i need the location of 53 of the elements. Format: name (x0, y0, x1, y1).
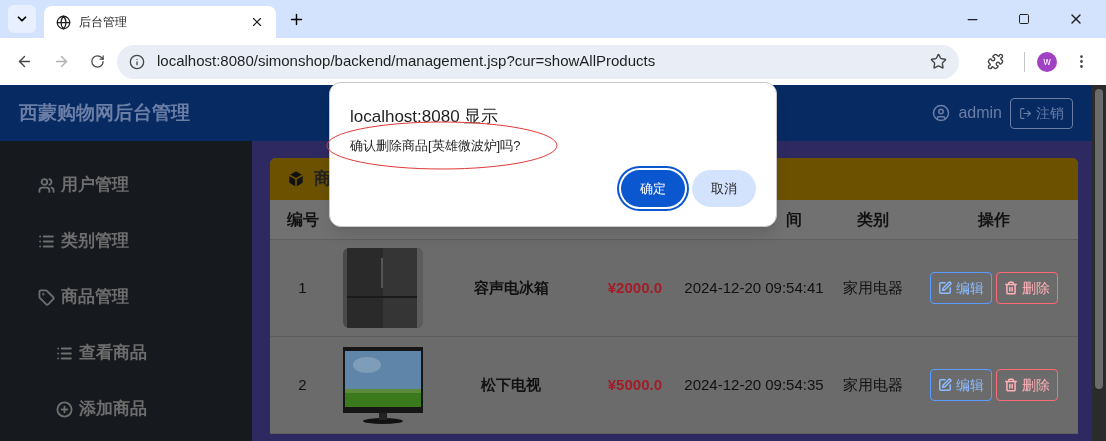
column-header: 类别 (857, 209, 889, 230)
table-cell-text: 家用电器 (843, 374, 903, 395)
dialog-title: localhost:8080 显示 (350, 106, 499, 128)
sidebar-item[interactable]: 查看商品 (0, 325, 252, 381)
star-icon[interactable] (930, 53, 947, 70)
maximize-icon[interactable] (1018, 13, 1030, 25)
table-cell-text: 2 (298, 374, 307, 395)
table-cell-text: ¥2000.0 (607, 277, 663, 298)
table-cell-text: 2024-12-20 09:54:35 (684, 374, 824, 395)
edit-icon (938, 378, 952, 392)
back-icon[interactable] (16, 53, 33, 70)
dialog-message: 确认删除商品[英雄微波炉]吗? (350, 137, 521, 155)
table-cell-text: ¥5000.0 (607, 374, 663, 395)
site-title: 西蒙购物网后台管理 (19, 100, 190, 125)
logout-button[interactable]: 注销 (1010, 97, 1073, 129)
profile-avatar[interactable]: w (1037, 51, 1057, 72)
scrollbar[interactable] (1092, 85, 1106, 441)
extensions-icon[interactable] (987, 53, 1004, 70)
sidebar-item[interactable]: 添加商品 (0, 381, 252, 437)
cancel-button[interactable]: 取消 (692, 170, 756, 207)
card-title: 商 (314, 168, 331, 191)
tab-list-button[interactable] (8, 5, 36, 33)
tag-icon (38, 288, 55, 306)
user-name: admin (958, 103, 1002, 123)
user-icon (932, 104, 951, 122)
delete-button[interactable]: 删除 (996, 272, 1058, 304)
delete-button[interactable]: 删除 (996, 369, 1058, 401)
sidebar-item[interactable]: 类别管理 (0, 213, 252, 269)
table-cell-text: 松下电视 (481, 374, 541, 395)
browser-tab[interactable]: 后台管理 (44, 6, 276, 38)
table-cell-text: 1 (298, 277, 307, 298)
edit-icon (938, 281, 952, 295)
address-bar[interactable]: localhost:8080/simonshop/backend/management.jsp?cur=showAllProducts (117, 44, 959, 79)
table-cell-text: 家用电器 (843, 277, 903, 298)
table-cell-text: 容声电冰箱 (473, 277, 549, 298)
edit-button[interactable]: 编辑 (930, 272, 992, 304)
trash-icon (1004, 281, 1018, 295)
reload-icon[interactable] (90, 54, 105, 69)
sidebar-item[interactable]: 商品管理 (0, 269, 252, 325)
column-header: 编号 (286, 209, 319, 230)
add-icon (56, 400, 73, 418)
globe-icon (56, 14, 71, 30)
users-icon (38, 176, 55, 194)
column-header: 操作 (978, 209, 1010, 230)
sidebar-item[interactable]: 用户管理 (0, 157, 252, 213)
close-icon[interactable] (250, 15, 264, 29)
box-icon (286, 169, 306, 189)
trash-icon (1004, 378, 1018, 392)
edit-button[interactable]: 编辑 (930, 369, 992, 401)
table-cell-text: 2024-12-20 09:54:41 (684, 277, 824, 298)
info-icon (129, 53, 145, 70)
column-header: 间 (786, 209, 803, 230)
logout-icon (1019, 106, 1032, 120)
